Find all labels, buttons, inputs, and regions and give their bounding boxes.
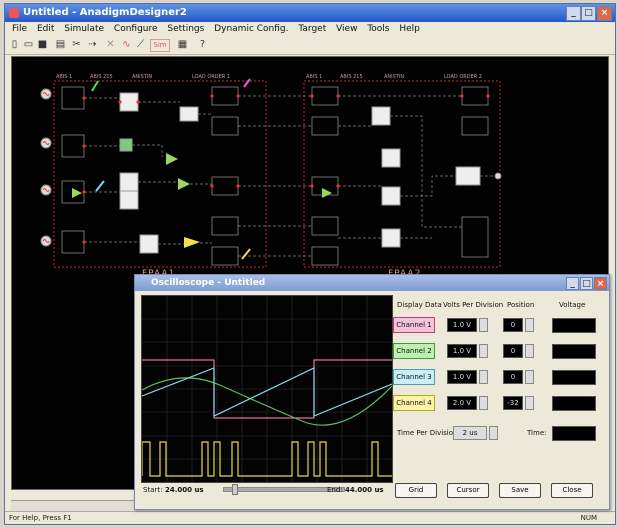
scope-traces bbox=[141, 296, 393, 482]
channel-4-voltage bbox=[552, 396, 596, 411]
time-per-division-label: Time Per Division: bbox=[397, 429, 460, 437]
channel-3-voltage bbox=[552, 370, 596, 385]
oscilloscope-title: Oscilloscope - Untitled bbox=[151, 278, 266, 288]
osc-minimize-button[interactable]: _ bbox=[566, 277, 579, 290]
oscilloscope-icon[interactable]: ⟋ bbox=[135, 39, 146, 50]
wire-icon[interactable]: ⇢ bbox=[87, 39, 98, 50]
cursor-button[interactable]: Cursor bbox=[447, 483, 489, 498]
start-value: 24.000 us bbox=[165, 486, 204, 494]
channel-1-position[interactable]: 0 bbox=[503, 318, 523, 332]
delete-icon[interactable]: ✕ bbox=[105, 39, 116, 50]
channel-1-volts[interactable]: 1.0 V bbox=[447, 318, 477, 332]
osc-maximize-button[interactable]: □ bbox=[580, 277, 593, 290]
print-icon[interactable]: ▤ bbox=[55, 39, 66, 50]
fpaa2-top-label-4: LOAD ORDER 2 bbox=[444, 74, 482, 80]
window-title: Untitled - AnadigmDesigner2 bbox=[23, 7, 187, 18]
channel-4-button[interactable]: Channel 4 bbox=[393, 395, 435, 411]
scope-display bbox=[141, 295, 393, 483]
channel-1-button[interactable]: Channel 1 bbox=[393, 317, 435, 333]
status-help-text: For Help, Press F1 bbox=[9, 514, 72, 522]
maximize-button[interactable]: □ bbox=[581, 6, 596, 21]
channel-1-position-spinner[interactable] bbox=[525, 318, 534, 332]
channel-4-position-spinner[interactable] bbox=[525, 396, 534, 410]
end-label: End: bbox=[327, 486, 343, 494]
start-label: Start: bbox=[143, 486, 163, 494]
time-per-division-value[interactable]: 2 us bbox=[453, 426, 487, 440]
oscilloscope-title-bar: Oscilloscope - Untitled _ □ × bbox=[135, 275, 609, 291]
close-button[interactable]: Close bbox=[551, 483, 593, 498]
channel-3-position-spinner[interactable] bbox=[525, 370, 534, 384]
fpaa1-top-label-1: ABIS 1 bbox=[56, 74, 72, 80]
fpaa2-top-label-2: ABIS 215 bbox=[340, 74, 363, 80]
grid-button[interactable]: Grid bbox=[395, 483, 437, 498]
display-data-header: Display Data bbox=[397, 301, 442, 309]
menu-target[interactable]: Target bbox=[298, 24, 326, 34]
oscilloscope-window: Oscilloscope - Untitled _ □ × Display Da… bbox=[134, 274, 610, 510]
fpaa1-top-label-4: LOAD ORDER 1 bbox=[192, 74, 230, 80]
end-value: 44.000 us bbox=[345, 486, 384, 494]
help-icon[interactable]: ? bbox=[197, 39, 208, 50]
volts-per-division-header: Volts Per Division bbox=[443, 301, 504, 309]
sim-label: Sim bbox=[153, 41, 167, 49]
app-icon bbox=[9, 8, 19, 18]
toolbar: ▯ ▭ ■ ▤ ✂ ⇢ ✕ ∿ ⟋ Sim ▦ ? bbox=[5, 38, 615, 55]
osc-close-icon[interactable]: × bbox=[594, 277, 607, 290]
channel-2-volts-spinner[interactable] bbox=[479, 344, 488, 358]
menu-file[interactable]: File bbox=[12, 24, 27, 34]
fpaa1-top-label-3: ANISTIN bbox=[132, 74, 152, 80]
channel-2-position[interactable]: 0 bbox=[503, 344, 523, 358]
channel-2-position-spinner[interactable] bbox=[525, 344, 534, 358]
fpaa2-top-label-3: ANISTIN bbox=[384, 74, 404, 80]
open-folder-icon[interactable]: ▭ bbox=[23, 39, 34, 50]
menu-bar: File Edit Simulate Configure Settings Dy… bbox=[5, 23, 615, 37]
menu-view[interactable]: View bbox=[336, 24, 357, 34]
simulate-icon[interactable]: Sim bbox=[150, 39, 170, 52]
position-header: Position bbox=[507, 301, 535, 309]
fpaa2-top-label-1: ABIS 1 bbox=[306, 74, 322, 80]
channel-2-volts[interactable]: 1.0 V bbox=[447, 344, 477, 358]
channel-4-volts[interactable]: 2.0 V bbox=[447, 396, 477, 410]
menu-settings[interactable]: Settings bbox=[167, 24, 204, 34]
status-num: NUM bbox=[580, 514, 597, 522]
channel-3-button[interactable]: Channel 3 bbox=[393, 369, 435, 385]
chip-icon[interactable]: ▦ bbox=[177, 39, 188, 50]
status-bar: For Help, Press F1 NUM bbox=[5, 511, 615, 524]
channel-2-voltage bbox=[552, 344, 596, 359]
menu-tools[interactable]: Tools bbox=[367, 24, 389, 34]
save-button[interactable]: Save bbox=[499, 483, 541, 498]
channel-3-volts[interactable]: 1.0 V bbox=[447, 370, 477, 384]
channel-4-volts-spinner[interactable] bbox=[479, 396, 488, 410]
channel-3-volts-spinner[interactable] bbox=[479, 370, 488, 384]
channel-1-volts-spinner[interactable] bbox=[479, 318, 488, 332]
close-icon[interactable]: × bbox=[597, 6, 612, 21]
new-file-icon[interactable]: ▯ bbox=[9, 39, 20, 50]
time-per-division-spinner[interactable] bbox=[489, 426, 498, 440]
sine-wave-icon[interactable]: ∿ bbox=[121, 39, 132, 50]
menu-dynamic-config[interactable]: Dynamic Config. bbox=[214, 24, 288, 34]
menu-configure[interactable]: Configure bbox=[114, 24, 158, 34]
time-slider-thumb[interactable] bbox=[232, 484, 238, 495]
menu-simulate[interactable]: Simulate bbox=[64, 24, 104, 34]
voltage-header: Voltage bbox=[559, 301, 586, 309]
menu-edit[interactable]: Edit bbox=[37, 24, 54, 34]
minimize-button[interactable]: _ bbox=[566, 6, 581, 21]
cut-icon[interactable]: ✂ bbox=[71, 39, 82, 50]
menu-help[interactable]: Help bbox=[399, 24, 420, 34]
time-label: Time: bbox=[527, 429, 547, 437]
fpaa1-top-label-2: ABIS 215 bbox=[90, 74, 113, 80]
channel-1-voltage bbox=[552, 318, 596, 333]
channel-3-position[interactable]: 0 bbox=[503, 370, 523, 384]
time-value bbox=[552, 426, 596, 441]
channel-2-button[interactable]: Channel 2 bbox=[393, 343, 435, 359]
save-icon[interactable]: ■ bbox=[37, 39, 48, 50]
channel-4-position[interactable]: -32 bbox=[503, 396, 523, 410]
title-bar: Untitled - AnadigmDesigner2 _ □ × bbox=[5, 4, 615, 22]
